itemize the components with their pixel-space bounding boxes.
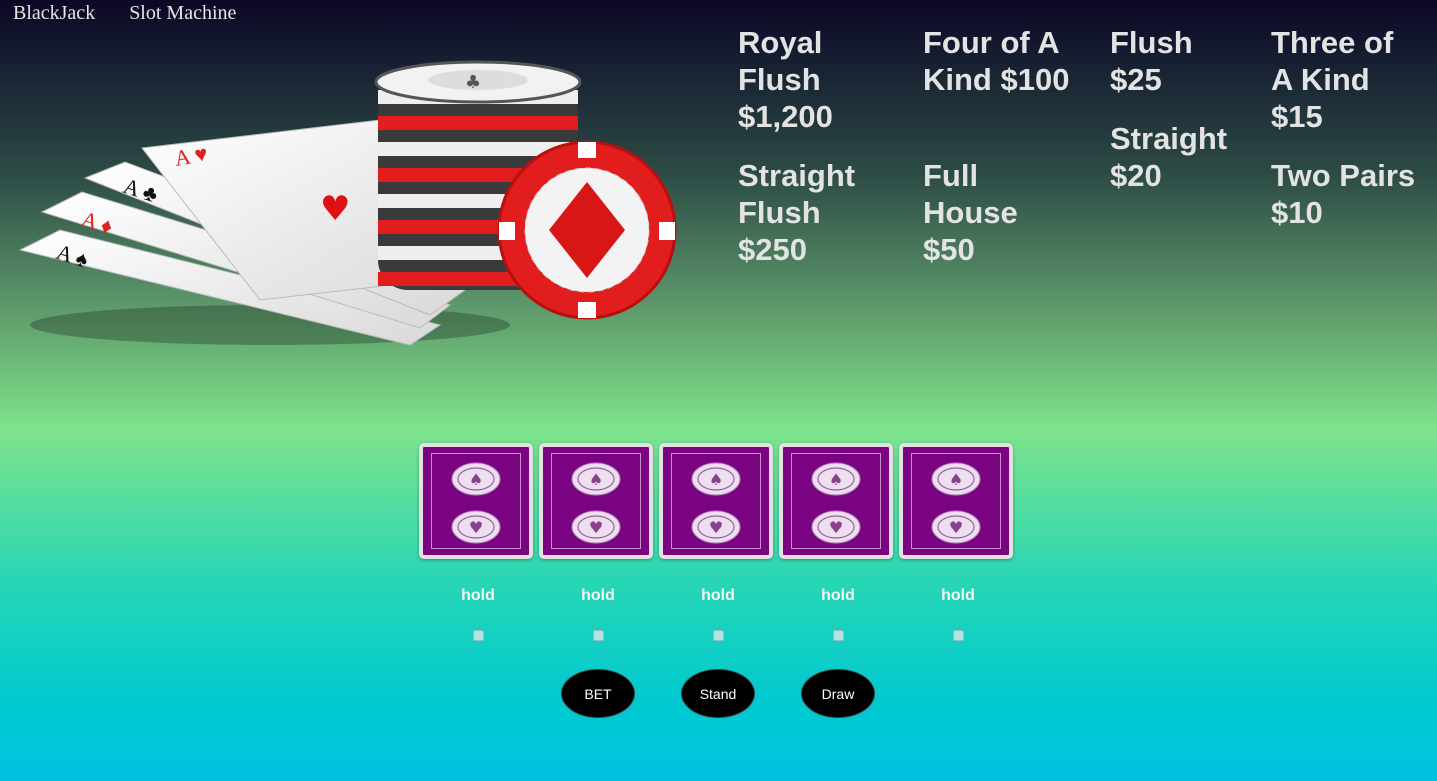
payout-royal-flush: Royal Flush $1,200 (738, 25, 833, 134)
payout-three-of-a-kind: Three of A Kind $15 (1271, 25, 1394, 134)
card-back-3[interactable]: ♠ ♥ (659, 443, 773, 559)
svg-text:♥: ♥ (589, 518, 603, 537)
stand-button[interactable]: Stand (681, 669, 755, 718)
hold-label-5: hold (941, 587, 975, 604)
svg-text:♥: ♥ (709, 518, 723, 537)
hold-label-1: hold (461, 587, 495, 604)
hold-label-4: hold (821, 587, 855, 604)
payout-straight-flush: Straight Flush $250 (738, 158, 856, 267)
nav-link-blackjack[interactable]: BlackJack (13, 2, 95, 25)
svg-text:♠: ♠ (469, 470, 483, 489)
red-poker-chip (497, 140, 677, 320)
hold-label-2: hold (581, 587, 615, 604)
svg-text:♣: ♣ (465, 72, 481, 93)
hold-checkbox-5[interactable] (953, 630, 964, 641)
card-back-2[interactable]: ♠ ♥ (539, 443, 653, 559)
svg-text:♥: ♥ (949, 518, 963, 537)
payout-straight: Straight $20 (1110, 121, 1228, 193)
card-back-emblem-icon: ♠♥ (811, 462, 861, 544)
hero-cards-and-chips-image: A ♠ A ♦ A ♣ A ♥ ♥ ♣ (18, 60, 677, 346)
nav-link-slot-machine[interactable]: Slot Machine (129, 2, 236, 25)
svg-text:♥: ♥ (469, 518, 483, 537)
top-nav: BlackJack Slot Machine (13, 2, 236, 25)
card-back-1[interactable]: ♠ ♥ (419, 443, 533, 559)
hold-checkbox-2[interactable] (593, 630, 604, 641)
hold-label-3: hold (701, 587, 735, 604)
svg-text:♠: ♠ (589, 470, 603, 489)
payout-four-of-a-kind: Four of A Kind $100 (923, 25, 1070, 97)
payout-flush: Flush $25 (1110, 25, 1193, 97)
svg-text:♠: ♠ (709, 470, 723, 489)
svg-text:♥: ♥ (320, 189, 350, 229)
payout-two-pairs: Two Pairs $10 (1271, 158, 1416, 230)
payout-full-house: Full House $50 (923, 158, 1018, 267)
svg-text:♠: ♠ (949, 470, 963, 489)
svg-text:♥: ♥ (829, 518, 843, 537)
card-back-4[interactable]: ♠ ♥ (779, 443, 893, 559)
hold-checkbox-1[interactable] (473, 630, 484, 641)
card-back-emblem-icon: ♠♥ (451, 462, 501, 544)
card-back-emblem-icon: ♠♥ (571, 462, 621, 544)
card-back-emblem-icon: ♠♥ (931, 462, 981, 544)
card-back-emblem-icon: ♠♥ (691, 462, 741, 544)
svg-text:♠: ♠ (829, 470, 843, 489)
bet-button[interactable]: BET (561, 669, 635, 718)
hold-checkbox-3[interactable] (713, 630, 724, 641)
hold-checkbox-4[interactable] (833, 630, 844, 641)
card-back-5[interactable]: ♠ ♥ (899, 443, 1013, 559)
draw-button[interactable]: Draw (801, 669, 875, 718)
